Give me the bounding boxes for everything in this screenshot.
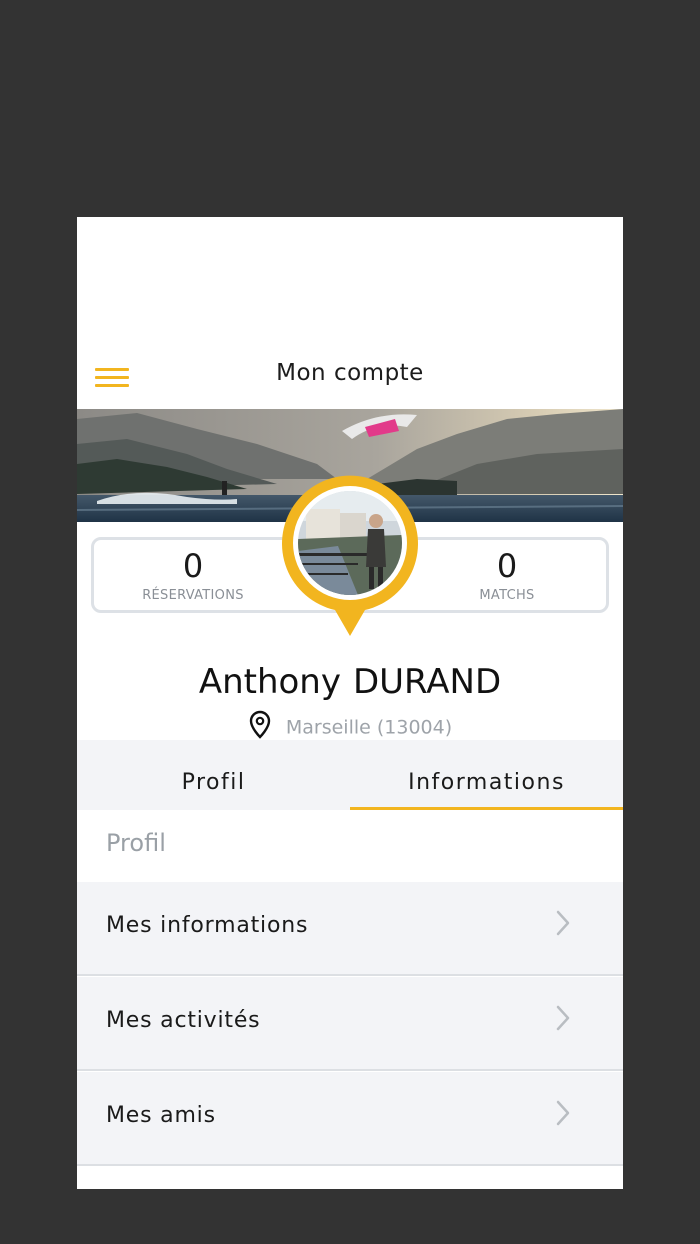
chevron-right-icon xyxy=(555,1099,571,1131)
reservations-label: RÉSERVATIONS xyxy=(142,588,244,603)
matchs-label: MATCHS xyxy=(479,588,535,603)
page-title: Mon compte xyxy=(276,360,424,386)
tab-profil[interactable]: Profil xyxy=(77,740,350,810)
menu-item-label: Mes amis xyxy=(106,1103,216,1128)
menu-item-mes-informations[interactable]: Mes informations xyxy=(77,882,623,976)
menu-item-mes-activites[interactable]: Mes activités xyxy=(77,977,623,1071)
chevron-right-icon xyxy=(555,1004,571,1036)
reservations-count: 0 xyxy=(182,547,204,585)
tab-informations[interactable]: Informations xyxy=(350,740,623,810)
app-screen: Mon compte 0 RÉSERVATIONS 0 MATCHS Antho… xyxy=(77,217,623,1189)
user-name: Anthony DURAND xyxy=(77,662,623,702)
chevron-right-icon xyxy=(555,909,571,941)
avatar-pin xyxy=(279,472,421,640)
matchs-stat[interactable]: 0 MATCHS xyxy=(422,548,592,603)
menu-item-label: Mes informations xyxy=(106,913,309,938)
user-last-name: DURAND xyxy=(352,662,502,702)
menu-item-label: Mes activités xyxy=(106,1008,261,1033)
tab-bar: Profil Informations xyxy=(77,740,623,810)
user-first-name: Anthony xyxy=(198,662,341,702)
menu-item-mes-amis[interactable]: Mes amis xyxy=(77,1072,623,1166)
app-header: Mon compte xyxy=(77,217,623,409)
location-text: Marseille (13004) xyxy=(285,716,453,739)
user-location: Marseille (13004) xyxy=(77,710,623,742)
reservations-stat[interactable]: 0 RÉSERVATIONS xyxy=(108,548,278,603)
matchs-count: 0 xyxy=(496,547,518,585)
avatar[interactable] xyxy=(298,491,402,595)
section-title: Profil xyxy=(106,829,166,857)
